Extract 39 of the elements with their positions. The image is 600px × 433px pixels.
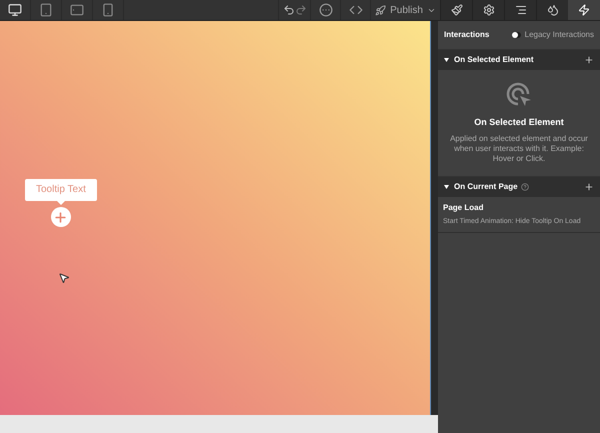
lightning-icon (578, 4, 590, 16)
section-title: On Selected Element (454, 54, 534, 66)
section-title: On Current Page (454, 180, 518, 192)
settings-tab[interactable] (472, 0, 504, 20)
rocket-icon (375, 4, 386, 16)
tablet-icon (70, 3, 84, 17)
legacy-label: Legacy Interactions (524, 29, 594, 41)
settings-icon (482, 4, 494, 16)
lines-icon (514, 4, 526, 16)
drops-tab[interactable] (536, 0, 568, 20)
brush-icon (450, 4, 462, 16)
section-header[interactable]: On Current Page (438, 176, 600, 196)
cursor-icon (58, 272, 70, 284)
caret-icon (444, 58, 449, 62)
lines-tab[interactable] (504, 0, 536, 20)
redo-icon (294, 4, 306, 16)
empty-text: Applied on selected element and occur when user interacts with it. Example: Hover or Click. (449, 134, 589, 164)
add-icon[interactable] (584, 55, 594, 65)
caret-icon (444, 184, 449, 188)
more-icon (318, 3, 332, 17)
help-icon (520, 182, 529, 190)
tablet-icon (39, 3, 53, 17)
empty-title: On Selected Element (474, 116, 564, 129)
plus-icon (53, 210, 68, 224)
monitor-icon (8, 3, 22, 17)
drops-icon (546, 4, 558, 16)
lightning-tab[interactable] (568, 0, 600, 20)
undo-icon (282, 4, 294, 16)
item-title: Page Load (443, 202, 484, 214)
tooltip-pointer (56, 201, 65, 205)
brush-tab[interactable] (440, 0, 472, 20)
phone-icon (101, 3, 115, 17)
panel-title: Interactions (444, 29, 490, 41)
tooltip: Tooltip Text (25, 179, 97, 201)
section-header[interactable]: On Selected Element (438, 50, 600, 70)
add-icon[interactable] (584, 182, 594, 192)
code-icon (348, 3, 362, 17)
legacy-toggle[interactable] (512, 32, 521, 38)
plus-button[interactable] (50, 207, 71, 227)
